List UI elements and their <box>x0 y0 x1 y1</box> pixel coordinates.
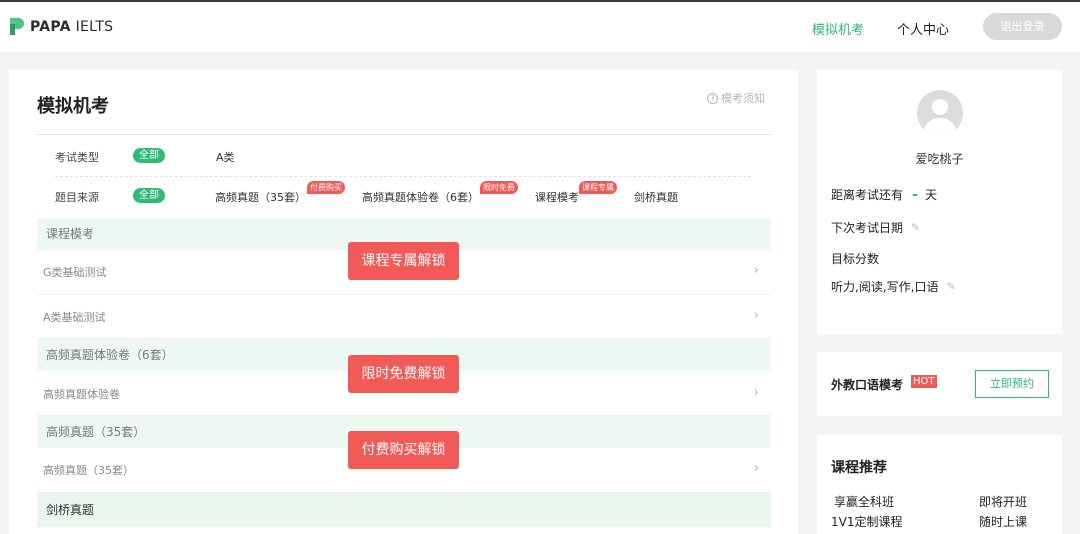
brand-name: PAPA IELTS <box>30 18 114 35</box>
section-header: 剑桥真题 <box>37 493 771 527</box>
filter-type-all[interactable]: 全部 <box>133 148 165 163</box>
exam-notice-link[interactable]: ? 模考须知 <box>707 90 765 106</box>
list-item[interactable]: A类基础测试 › <box>37 295 771 339</box>
filter-source-label: 题目来源 <box>55 191 99 204</box>
list-item-label: G类基础测试 <box>43 266 107 279</box>
page-title: 模拟机考 <box>37 96 109 117</box>
filter-source-option[interactable]: 高频真题体验卷（6套） <box>362 189 479 205</box>
next-exam-label: 下次考试日期 <box>831 221 904 235</box>
nav-personal-center[interactable]: 个人中心 <box>897 19 949 38</box>
filter-source-option[interactable]: 课程模考 <box>535 189 579 205</box>
source-tag: 限时免费 <box>480 181 518 194</box>
course-status: 即将开班 <box>979 495 1028 509</box>
countdown-value <box>913 193 918 196</box>
pencil-icon[interactable]: ✎ <box>946 280 955 293</box>
next-exam-date[interactable]: 下次考试日期 ✎ <box>831 219 920 236</box>
countdown: 距离考试还有 天 <box>831 186 937 203</box>
filter-source-option[interactable]: 高频真题（35套） <box>215 189 306 205</box>
source-tag: 付费购买 <box>307 181 345 194</box>
filter-source-option[interactable]: 剑桥真题 <box>634 189 678 205</box>
nav-mock-exam[interactable]: 模拟机考 <box>812 19 864 38</box>
unlock-button[interactable]: 课程专属解锁 <box>348 242 459 280</box>
skill-scores[interactable]: 听力,阅读,写作,口语 ✎ <box>831 278 956 295</box>
course-name[interactable]: 1V1定制课程 <box>831 513 902 530</box>
chevron-right-icon: › <box>753 385 759 400</box>
hot-badge: HOT <box>911 375 937 388</box>
list-item-label: A类基础测试 <box>43 311 106 324</box>
countdown-unit: 天 <box>925 188 938 202</box>
profile-card: 爱吃桃子 距离考试还有 天 下次考试日期 ✎ 目标分数 听力,阅读,写作,口语 … <box>817 70 1062 334</box>
source-tag: 课程专属 <box>579 181 617 194</box>
course-status: 随时上课 <box>979 515 1028 529</box>
oral-mock-title: 外教口语模考 <box>831 378 904 392</box>
chevron-right-icon: › <box>753 263 759 278</box>
username: 爱吃桃子 <box>915 152 964 166</box>
list-item-label: 高频真题（35套） <box>43 464 134 477</box>
course-recommend-card: 课程推荐 享赢全科班 即将开班 1V1定制课程 随时上课 <box>817 435 1062 534</box>
filter-source-all[interactable]: 全部 <box>133 188 165 203</box>
brand-logo[interactable]: PAPA IELTS <box>10 18 113 35</box>
top-header: PAPA IELTS 模拟机考 个人中心 退出登录 <box>0 2 1080 52</box>
filter-type-label: 考试类型 <box>55 151 99 164</box>
list-item-label: 高频真题体验卷 <box>43 388 120 401</box>
logout-button[interactable]: 退出登录 <box>983 13 1062 40</box>
title-divider <box>37 134 771 135</box>
avatar-icon[interactable] <box>917 90 963 136</box>
pencil-icon[interactable]: ✎ <box>911 221 920 234</box>
exam-notice-label: 模考须知 <box>721 92 765 105</box>
oral-mock-card: 外教口语模考 HOT 立即预约 <box>817 352 1062 416</box>
filter-divider <box>55 176 751 177</box>
recommend-title: 课程推荐 <box>831 460 887 476</box>
target-label: 目标分数 <box>831 252 880 266</box>
target-score: 目标分数 <box>831 250 879 267</box>
chevron-right-icon: › <box>753 461 759 476</box>
unlock-button[interactable]: 付费购买解锁 <box>348 431 459 469</box>
mock-exam-panel: 模拟机考 ? 模考须知 考试类型 全部 A类 题目来源 全部 高频真题（35套）… <box>9 70 798 534</box>
question-circle-icon: ? <box>707 92 718 104</box>
filter-type-a[interactable]: A类 <box>216 149 235 165</box>
chevron-right-icon: › <box>753 308 759 323</box>
countdown-label: 距离考试还有 <box>831 188 904 202</box>
book-now-button[interactable]: 立即预约 <box>975 370 1049 398</box>
logo-icon <box>10 18 24 35</box>
skills-label: 听力,阅读,写作,口语 <box>831 280 939 294</box>
course-name[interactable]: 享赢全科班 <box>834 493 894 510</box>
unlock-button[interactable]: 限时免费解锁 <box>348 355 459 393</box>
